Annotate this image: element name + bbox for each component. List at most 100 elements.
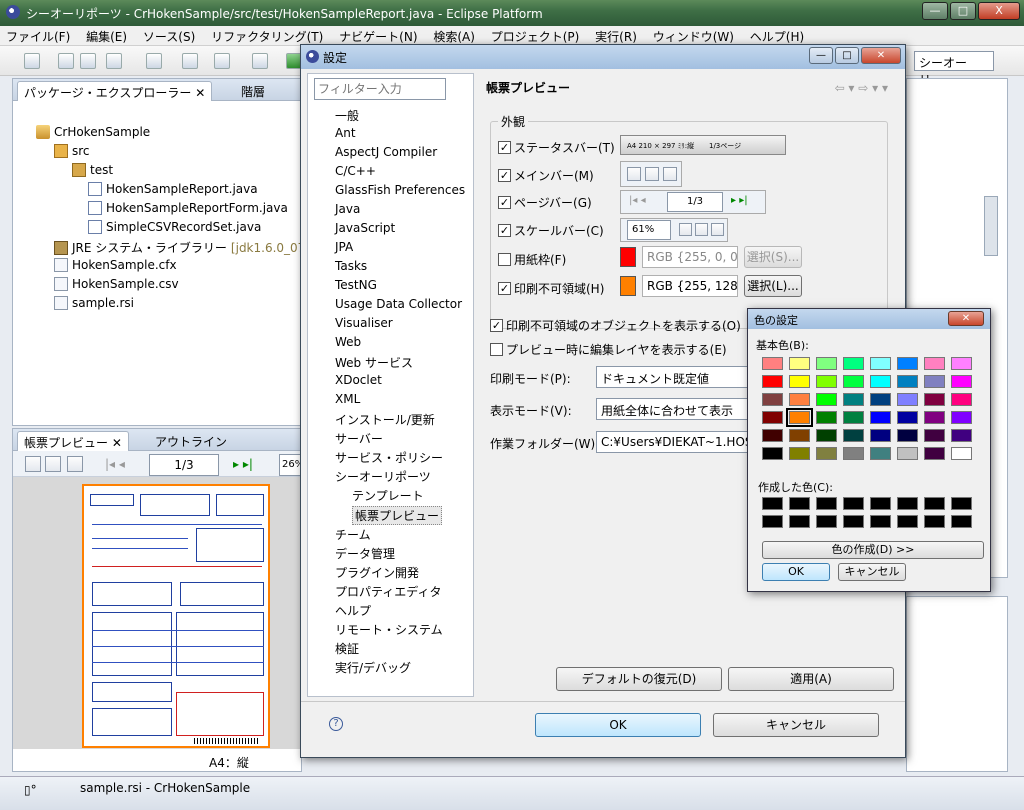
save-icon[interactable] bbox=[58, 53, 74, 69]
color-swatch[interactable] bbox=[816, 429, 837, 442]
scalebar-checkbox[interactable]: ✓ スケールバー(C) bbox=[498, 222, 604, 239]
nav-remote-system[interactable]: リモート・システム bbox=[335, 621, 443, 638]
menu-file[interactable]: ファイル(F) bbox=[0, 26, 76, 45]
cancel-button[interactable]: キャンセル bbox=[713, 713, 879, 737]
custom-color-swatch[interactable] bbox=[924, 515, 945, 528]
color-cancel-button[interactable]: キャンセル bbox=[838, 563, 906, 581]
color-swatch[interactable] bbox=[870, 375, 891, 388]
minimize-button[interactable]: — bbox=[809, 47, 833, 64]
nav-aspectj[interactable]: AspectJ Compiler bbox=[335, 145, 437, 159]
color-swatch[interactable] bbox=[870, 357, 891, 370]
deploy-icon[interactable] bbox=[182, 53, 198, 69]
color-swatch[interactable] bbox=[816, 375, 837, 388]
nav-help[interactable]: ヘルプ bbox=[335, 602, 371, 619]
color-swatch[interactable] bbox=[762, 447, 783, 460]
color-swatch[interactable] bbox=[843, 411, 864, 424]
tree-item-csv[interactable]: HokenSample.csv bbox=[54, 277, 179, 291]
tree-item-report-java[interactable]: HokenSampleReport.java bbox=[88, 182, 258, 196]
custom-color-swatch[interactable] bbox=[951, 497, 972, 510]
color-swatch[interactable] bbox=[897, 357, 918, 370]
pagebar-checkbox[interactable]: ✓ ページバー(G) bbox=[498, 194, 592, 211]
tree-item-jre[interactable]: JRE システム・ライブラリー [jdk1.6.0_07] bbox=[54, 239, 310, 256]
custom-color-swatch[interactable] bbox=[816, 497, 837, 510]
color-swatch[interactable] bbox=[897, 447, 918, 460]
color-ok-button[interactable]: OK bbox=[762, 563, 830, 581]
custom-color-swatch[interactable] bbox=[897, 497, 918, 510]
tab-hierarchy[interactable]: 階層 bbox=[235, 81, 271, 101]
nav-general[interactable]: 一般 bbox=[335, 107, 359, 124]
tree-item-project[interactable]: CrHokenSample bbox=[36, 125, 150, 139]
define-custom-colors-button[interactable]: 色の作成(D) >> bbox=[762, 541, 984, 559]
custom-color-swatch[interactable] bbox=[897, 515, 918, 528]
color-swatch[interactable] bbox=[924, 393, 945, 406]
show-edit-layer-checkbox[interactable]: プレビュー時に編集レイヤを表示する(E) bbox=[490, 341, 727, 358]
nav-coreports[interactable]: シーオーリポーツ bbox=[335, 468, 431, 485]
nav-testng[interactable]: TestNG bbox=[335, 278, 377, 292]
nav-xdoclet[interactable]: XDoclet bbox=[335, 373, 382, 387]
color-swatch[interactable] bbox=[870, 393, 891, 406]
page-setup-icon[interactable] bbox=[45, 456, 61, 472]
menu-help[interactable]: ヘルプ(H) bbox=[744, 26, 810, 45]
menu-project[interactable]: プロジェクト(P) bbox=[485, 26, 586, 45]
show-nonprintable-objects-checkbox[interactable]: ✓ 印刷不可領域のオブジェクトを表示する(O) bbox=[490, 317, 741, 334]
find-icon[interactable] bbox=[67, 456, 83, 472]
custom-color-swatch[interactable] bbox=[762, 515, 783, 528]
new-icon[interactable] bbox=[24, 53, 40, 69]
color-swatch[interactable] bbox=[762, 393, 783, 406]
color-swatch[interactable] bbox=[816, 357, 837, 370]
help-icon[interactable]: ? bbox=[329, 717, 343, 731]
paperframe-checkbox[interactable]: 用紙枠(F) bbox=[498, 251, 566, 268]
color-swatch[interactable] bbox=[897, 411, 918, 424]
color-swatch[interactable] bbox=[789, 429, 810, 442]
tree-item-form-java[interactable]: HokenSampleReportForm.java bbox=[88, 201, 288, 215]
color-swatch[interactable] bbox=[897, 375, 918, 388]
menu-navigate[interactable]: ナビゲート(N) bbox=[333, 26, 423, 45]
color-swatch[interactable] bbox=[843, 375, 864, 388]
color-swatch[interactable] bbox=[816, 393, 837, 406]
nav-validation[interactable]: 検証 bbox=[335, 640, 359, 657]
debug-icon[interactable] bbox=[252, 53, 268, 69]
nav-property-editor[interactable]: プロパティエディタ bbox=[335, 583, 441, 600]
color-swatch[interactable] bbox=[786, 408, 813, 427]
nav-glassfish[interactable]: GlassFish Preferences bbox=[335, 183, 465, 197]
restore-defaults-button[interactable]: デフォルトの復元(D) bbox=[556, 667, 722, 691]
menu-edit[interactable]: 編集(E) bbox=[80, 26, 133, 45]
custom-color-swatch[interactable] bbox=[843, 515, 864, 528]
color-swatch[interactable] bbox=[924, 375, 945, 388]
editor-scrollbar[interactable] bbox=[984, 196, 998, 256]
color-swatch[interactable] bbox=[924, 357, 945, 370]
color-swatch[interactable] bbox=[924, 429, 945, 442]
tree-item-cfx[interactable]: HokenSample.cfx bbox=[54, 258, 177, 272]
module-icon[interactable] bbox=[146, 53, 162, 69]
nav-web-services[interactable]: Web サービス bbox=[335, 354, 413, 371]
tree-item-csv-java[interactable]: SimpleCSVRecordSet.java bbox=[88, 220, 261, 234]
color-swatch[interactable] bbox=[816, 447, 837, 460]
print-icon[interactable] bbox=[25, 456, 41, 472]
color-swatch[interactable] bbox=[789, 393, 810, 406]
work-folder-input[interactable]: C:¥Users¥DIEKAT~1.HOS¥ bbox=[596, 431, 756, 453]
next-page-icon[interactable]: ▸ ▸| bbox=[233, 457, 253, 471]
color-swatch[interactable] bbox=[816, 411, 837, 424]
menu-window[interactable]: ウィンドウ(W) bbox=[647, 26, 740, 45]
color-swatch[interactable] bbox=[870, 429, 891, 442]
mainbar-checkbox[interactable]: ✓ メインバー(M) bbox=[498, 167, 594, 184]
history-nav-icon[interactable]: ⇦ ▾ ⇨ ▾ ▾ bbox=[835, 81, 888, 95]
nav-team[interactable]: チーム bbox=[335, 526, 371, 543]
color-swatch[interactable] bbox=[924, 447, 945, 460]
color-swatch[interactable] bbox=[843, 393, 864, 406]
tab-package-explorer[interactable]: パッケージ・エクスプローラー ✕ bbox=[17, 81, 213, 101]
menu-run[interactable]: 実行(R) bbox=[589, 26, 643, 45]
color-swatch[interactable] bbox=[924, 411, 945, 424]
tab-outline[interactable]: アウトライン bbox=[149, 431, 233, 451]
ok-button[interactable]: OK bbox=[535, 713, 701, 737]
color-swatch[interactable] bbox=[789, 447, 810, 460]
color-swatch[interactable] bbox=[870, 447, 891, 460]
filter-input[interactable] bbox=[314, 78, 446, 100]
nav-javascript[interactable]: JavaScript bbox=[335, 221, 395, 235]
color-swatch[interactable] bbox=[951, 429, 972, 442]
nav-ant[interactable]: Ant bbox=[335, 126, 356, 140]
close-button[interactable]: ✕ bbox=[948, 311, 984, 326]
custom-color-swatch[interactable] bbox=[816, 515, 837, 528]
nav-java[interactable]: Java bbox=[335, 202, 360, 216]
nav-plugin-dev[interactable]: プラグイン開発 bbox=[335, 564, 419, 581]
